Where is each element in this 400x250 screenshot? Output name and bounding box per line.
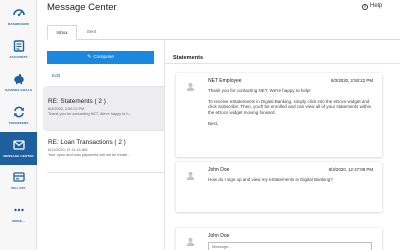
pencil-icon: ✎ bbox=[87, 54, 92, 60]
envelope-icon bbox=[12, 140, 25, 150]
reply-sender: John Doe bbox=[208, 233, 230, 239]
help-icon: ? bbox=[362, 4, 368, 10]
help-button[interactable]: ? Help bbox=[362, 3, 382, 10]
message-body: How do I sign up and view my eStatements… bbox=[208, 177, 378, 188]
avatar-icon bbox=[186, 171, 195, 180]
message-sender: NET Employee bbox=[208, 78, 242, 84]
nav-item-transfers[interactable]: TRANSFERS bbox=[0, 100, 37, 133]
dashboard-icon bbox=[12, 9, 25, 17]
nav-item-message-center[interactable]: MESSAGE CENTER bbox=[0, 132, 37, 165]
conversation-preview: Thank you for contacting NET, We're happ… bbox=[48, 112, 132, 116]
conversation-date: 6/11/2020, 11:11:41 AM bbox=[48, 148, 88, 152]
nav-label-message-center: MESSAGE CENTER bbox=[3, 154, 34, 158]
nav-label-accounts: ACCOUNTS bbox=[9, 55, 28, 59]
tab-bar: Inbox Sent bbox=[47, 25, 400, 40]
nav-label-more: MORE... bbox=[12, 219, 25, 223]
help-label: Help bbox=[370, 3, 383, 9]
message-sender: John Doe bbox=[208, 167, 230, 173]
message-paragraph: Thank you for contacting NET, We're happ… bbox=[208, 88, 311, 93]
page-title: Message Center bbox=[47, 2, 117, 13]
message-paragraph: To receive eStatements in Digital Bankin… bbox=[208, 98, 372, 115]
message-paragraph: How do I sign up and view my eStatements… bbox=[208, 177, 333, 182]
message-time: 8/3/2020, 2:50:22 PM bbox=[331, 78, 373, 83]
nav-rail: DASHBOARD ACCOUNTS SAVINGS GOALS TRANSFE… bbox=[0, 0, 37, 250]
conversation-title: RE: Statements ( 2 ) bbox=[48, 98, 106, 105]
conversation-preview: Your open and loan payments will not be … bbox=[48, 153, 131, 157]
message-time: 8/3/2020, 12:47:08 PM bbox=[328, 167, 373, 172]
accounts-icon bbox=[13, 40, 24, 52]
nav-label-savings-goals: SAVINGS GOALS bbox=[5, 88, 32, 92]
nav-item-bill-pay[interactable]: BILL PAY bbox=[0, 165, 37, 198]
reply-card: John Doe bbox=[176, 228, 382, 250]
bill-pay-icon bbox=[12, 172, 25, 182]
thread-title: Statements bbox=[173, 55, 204, 61]
reply-input[interactable] bbox=[208, 242, 372, 250]
list-divider bbox=[47, 172, 164, 173]
more-icon bbox=[13, 208, 24, 212]
conversation-date: 8/3/2020, 2:50:22 PM bbox=[48, 107, 85, 111]
avatar-icon bbox=[186, 237, 195, 246]
message-body: Thank you for contacting NET, We're happ… bbox=[208, 88, 378, 132]
nav-item-savings-goals[interactable]: SAVINGS GOALS bbox=[0, 67, 37, 100]
nav-label-transfers: TRANSFERS bbox=[8, 121, 29, 125]
nav-item-dashboard[interactable]: DASHBOARD bbox=[0, 1, 37, 34]
conversation-title: RE: Loan Transactions ( 2 ) bbox=[48, 139, 126, 146]
message-card: NET Employee 8/3/2020, 2:50:22 PM Thank … bbox=[176, 73, 382, 157]
pane-divider bbox=[164, 40, 165, 250]
transfer-icon bbox=[13, 106, 24, 118]
tab-sent[interactable]: Sent bbox=[79, 25, 104, 40]
nav-label-dashboard: DASHBOARD bbox=[7, 22, 29, 26]
message-card: John Doe 8/3/2020, 12:47:08 PM How do I … bbox=[176, 162, 382, 212]
nav-item-more[interactable]: MORE... bbox=[0, 198, 37, 231]
conversation-item-statements[interactable]: RE: Statements ( 2 ) 8/3/2020, 2:50:22 P… bbox=[43, 87, 164, 130]
conversation-item-loan-transactions[interactable]: RE: Loan Transactions ( 2 ) 6/11/2020, 1… bbox=[43, 131, 164, 171]
piggy-bank-icon bbox=[13, 74, 24, 85]
message-paragraph: Best, bbox=[208, 120, 219, 126]
compose-label: Compose bbox=[93, 55, 114, 60]
nav-label-bill-pay: BILL PAY bbox=[11, 186, 26, 190]
nav-item-accounts[interactable]: ACCOUNTS bbox=[0, 34, 37, 67]
tab-inbox[interactable]: Inbox bbox=[47, 25, 77, 40]
compose-button[interactable]: ✎ Compose bbox=[47, 51, 154, 64]
avatar-icon bbox=[186, 82, 195, 91]
edit-link[interactable]: Edit bbox=[52, 73, 60, 78]
thread-divider bbox=[165, 63, 400, 64]
